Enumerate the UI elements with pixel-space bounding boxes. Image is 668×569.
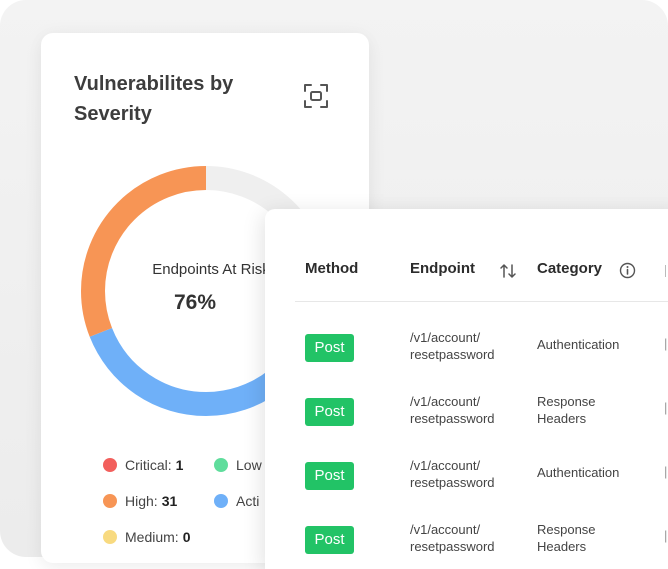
legend-count-high: 31	[161, 493, 178, 509]
next-column-header-edge	[665, 265, 666, 277]
endpoints-table-card: Method Endpoint Category Post /v1/accoun…	[265, 209, 668, 569]
sort-arrows-icon[interactable]	[499, 262, 517, 280]
method-badge[interactable]: Post	[305, 526, 354, 554]
endpoint-cell: /v1/account/ resetpassword	[410, 329, 520, 363]
endpoint-cell: /v1/account/ resetpassword	[410, 521, 520, 555]
column-header-method-label: Method	[305, 260, 359, 277]
legend-active: Acti	[214, 493, 259, 509]
table-header-divider	[295, 301, 668, 302]
category-line2: Headers	[537, 539, 587, 554]
category-cell: Authentication	[537, 336, 647, 353]
endpoint-path-line1: /v1/account/	[410, 458, 481, 473]
column-header-endpoint-label: Endpoint	[410, 260, 475, 277]
legend-medium: Medium: 0	[103, 529, 190, 545]
category-cell: Authentication	[537, 464, 647, 481]
table-row[interactable]: Post /v1/account/ resetpassword Response…	[265, 512, 668, 569]
endpoint-path-line2: resetpassword	[410, 475, 495, 490]
donut-center-value: 76%	[173, 291, 217, 314]
endpoint-path-line2: resetpassword	[410, 347, 495, 362]
legend-high: High: 31	[103, 493, 177, 509]
legend-dot-low	[214, 458, 228, 472]
endpoint-path-line1: /v1/account/	[410, 330, 481, 345]
table-row[interactable]: Post /v1/account/ resetpassword Authenti…	[265, 320, 668, 384]
next-column-cell-edge: |	[664, 528, 668, 543]
endpoint-path-line2: resetpassword	[410, 539, 495, 554]
info-icon[interactable]	[619, 262, 636, 279]
legend-dot-critical	[103, 458, 117, 472]
legend-count-critical: 1	[175, 457, 184, 473]
legend-low: Low	[214, 457, 262, 473]
category-line1: Authentication	[537, 465, 620, 480]
category-line1: Authentication	[537, 337, 620, 352]
expand-frame-icon[interactable]	[303, 83, 329, 109]
table-row[interactable]: Post /v1/account/ resetpassword Response…	[265, 384, 668, 448]
category-cell: Response Headers	[537, 521, 647, 555]
legend-count-medium: 0	[182, 529, 191, 545]
method-badge[interactable]: Post	[305, 398, 354, 426]
category-line2: Headers	[537, 411, 587, 426]
category-cell: Response Headers	[537, 393, 647, 427]
method-badge[interactable]: Post	[305, 462, 354, 490]
legend-label-critical: Critical:	[125, 457, 172, 473]
legend-label-active: Acti	[236, 493, 260, 509]
legend-label-high: High:	[125, 493, 158, 509]
category-line1: Response	[537, 522, 596, 537]
severity-card-title: Vulnerabilites by Severity	[74, 73, 234, 125]
endpoint-cell: /v1/account/ resetpassword	[410, 393, 520, 427]
endpoint-path-line1: /v1/account/	[410, 394, 481, 409]
legend-dot-medium	[103, 530, 117, 544]
next-column-cell-edge: |	[664, 464, 668, 479]
column-header-endpoint[interactable]: Endpoint	[410, 260, 475, 277]
next-column-cell-edge: |	[664, 336, 668, 351]
column-header-category[interactable]: Category	[537, 260, 602, 277]
legend-dot-high	[103, 494, 117, 508]
endpoint-path-line1: /v1/account/	[410, 522, 481, 537]
endpoint-cell: /v1/account/ resetpassword	[410, 457, 520, 491]
method-badge[interactable]: Post	[305, 334, 354, 362]
column-header-category-label: Category	[537, 260, 603, 277]
next-column-cell-edge: |	[664, 400, 668, 415]
legend-critical: Critical: 1	[103, 457, 183, 473]
legend-label-medium: Medium:	[125, 529, 179, 545]
legend-label-low: Low	[236, 457, 262, 473]
endpoint-path-line2: resetpassword	[410, 411, 495, 426]
category-line1: Response	[537, 394, 596, 409]
table-row[interactable]: Post /v1/account/ resetpassword Authenti…	[265, 448, 668, 512]
legend-dot-active	[214, 494, 228, 508]
column-header-method[interactable]: Method	[305, 260, 358, 277]
